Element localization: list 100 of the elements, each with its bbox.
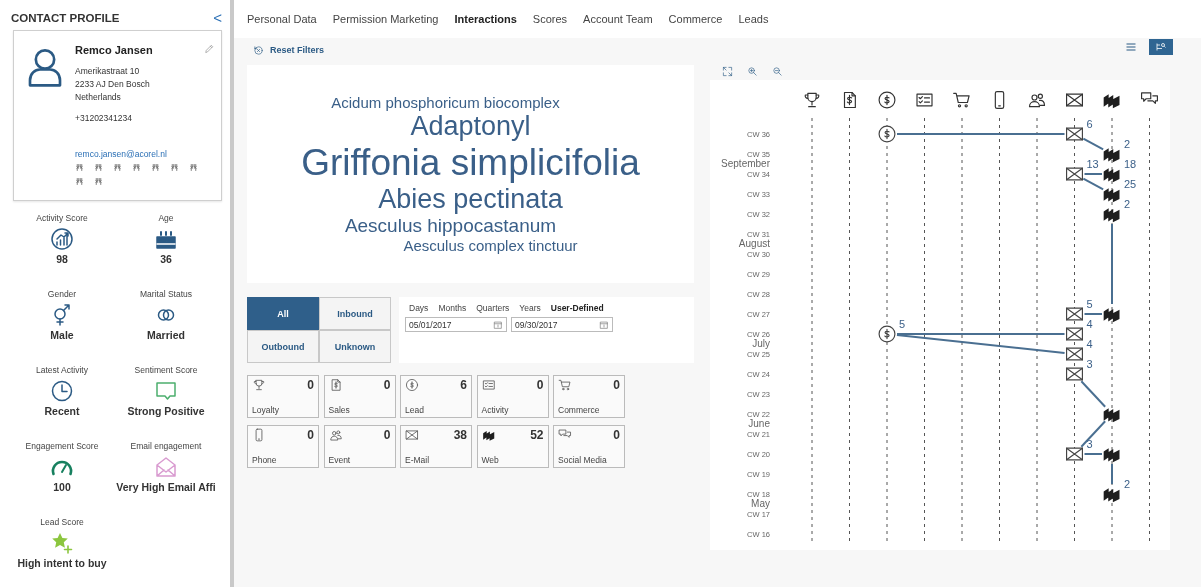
interaction-count: 2 [1124,138,1131,150]
month-label: May [751,498,770,509]
stacked-pages-icon[interactable] [1103,308,1120,323]
word-cloud-term[interactable]: Adaptonyl [410,110,531,142]
profile-link-icon[interactable] [113,162,122,172]
stat-label: Gender [47,289,77,299]
profile-link-icon[interactable] [75,176,84,186]
profile-link-icon[interactable] [151,162,160,172]
channel-tile[interactable]: 0 Loyalty [247,375,319,418]
date-field[interactable]: 09/30/2017 [511,317,613,332]
stat-label: Engagement Score [25,441,99,451]
rising-chart-icon [50,227,74,251]
profile-link-icon[interactable] [75,162,84,172]
channel-tile[interactable]: 38 E-Mail [400,425,472,468]
envelope-icon[interactable] [1066,168,1083,180]
contact-name: Remco Jansen [75,43,153,56]
reset-filters-button[interactable]: Reset Filters [247,44,331,56]
word-cloud-term[interactable]: Acidum phosphoricum biocomplex [331,93,560,111]
timeline-view-button[interactable] [1149,39,1173,55]
cart-icon [953,93,970,107]
tab[interactable]: Leads [732,13,775,25]
dollar-coin-icon[interactable] [879,126,895,142]
period-tab[interactable]: User-Defined [546,303,608,313]
tile-label: Lead [405,405,425,415]
tab[interactable]: Personal Data [241,13,323,25]
interaction-count: 5 [1086,298,1093,310]
channel-tile[interactable]: 0 Event [323,425,396,468]
tile-label: Social Media [558,455,608,465]
profile-link-icon[interactable] [170,162,179,172]
collapse-button[interactable]: < [211,10,224,26]
envelope-icon[interactable] [1066,448,1083,460]
stat-value: 36 [160,253,172,265]
tile-count: 0 [383,378,391,392]
envelope-icon[interactable] [1066,128,1083,140]
star-plus-icon [50,531,74,555]
stat-value: Very High Email Affi [116,481,216,493]
stacked-pages-icon[interactable] [1103,148,1120,163]
direction-button[interactable]: All [247,297,319,330]
profile-link-icon[interactable] [94,162,103,172]
stacked-pages-icon[interactable] [1103,208,1120,223]
stacked-pages-icon [1103,94,1120,109]
direction-button[interactable]: Inbound [319,297,391,330]
date-field[interactable]: 05/01/2017 [405,317,507,332]
cart-icon [558,378,572,392]
channel-tile[interactable]: 0 Commerce [553,375,625,418]
stat-label: Sentiment Score [134,365,198,375]
stacked-pages-icon[interactable] [1103,488,1120,503]
stacked-pages-icon[interactable] [1103,448,1120,463]
period-tab[interactable]: Days [405,303,433,313]
people-icon [328,428,343,442]
direction-button[interactable]: Outbound [247,330,319,363]
tile-count: 0 [307,378,314,392]
profile-link-icon[interactable] [132,162,141,172]
word-cloud-term[interactable]: Abies pectinata [378,184,563,216]
envelope-icon[interactable] [1066,328,1083,340]
interaction-count: 25 [1124,178,1137,190]
stacked-pages-icon [481,428,496,442]
channel-tile[interactable]: 0 Phone [247,425,319,468]
stat-label: Email engagement [130,441,202,451]
fit-screen-icon[interactable] [722,65,733,77]
tab[interactable]: Commerce [662,13,729,25]
stacked-pages-icon[interactable] [1103,408,1120,423]
tab[interactable]: Scores [526,13,574,25]
dollar-coin-icon[interactable] [879,326,895,342]
tab[interactable]: Account Team [577,13,659,25]
address-line: Netherlands [75,90,122,104]
stacked-pages-icon[interactable] [1103,168,1120,183]
profile-link-icon[interactable] [189,162,198,172]
word-cloud-term[interactable]: Aesculus complex tinctuur [403,237,578,255]
stat-value: Strong Positive [127,405,205,417]
envelope-icon[interactable] [1066,308,1083,320]
direction-button[interactable]: Unknown [319,330,391,363]
tile-label: Web [481,455,500,465]
interaction-count: 6 [1086,118,1093,130]
channel-tile[interactable]: 0 Sales [323,375,396,418]
connector-line [1082,177,1105,191]
connector-line [1080,380,1107,408]
channel-tile[interactable]: 0 Social Media [553,425,625,468]
connector-line [1083,313,1103,315]
email-link[interactable]: remco.jansen@acorel.nl [75,148,215,159]
period-tab[interactable]: Years [515,303,545,313]
tab[interactable]: Permission Marketing [326,13,445,25]
channel-tile[interactable]: 52 Web [476,425,549,468]
channel-tile[interactable]: 0 Activity [476,375,549,418]
tab[interactable]: Interactions [448,13,523,25]
word-cloud-term[interactable]: Aesculus hippocastanum [344,215,557,238]
profile-link-icon[interactable] [94,176,103,186]
zoom-out-icon[interactable] [772,65,783,77]
stat-value: Male [50,329,74,341]
zoom-in-icon[interactable] [747,65,758,77]
envelope-icon[interactable] [1066,348,1083,360]
envelope-icon[interactable] [1066,368,1083,380]
phone-icon [995,91,1004,109]
stacked-pages-icon[interactable] [1103,188,1120,203]
stat-label: Marital Status [140,289,192,299]
word-cloud-term[interactable]: Griffonia simplicifolia [301,141,640,185]
channel-tile[interactable]: 6 Lead [400,375,472,418]
tile-count: 0 [536,378,544,392]
period-tab[interactable]: Quarters [472,303,514,313]
period-tab[interactable]: Months [434,303,471,313]
